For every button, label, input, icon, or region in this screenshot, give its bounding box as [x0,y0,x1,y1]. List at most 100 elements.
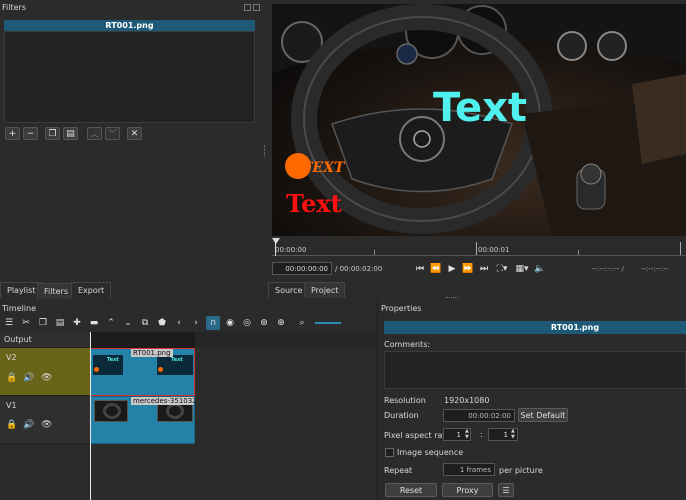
copy-button[interactable]: ❐ [36,316,50,330]
ripple-markers-button[interactable]: ⊕ [274,316,288,330]
track-header-v2[interactable]: V2 🔒 🔊 👁 [0,348,90,396]
tab-project[interactable]: Project [304,282,346,298]
close-icon[interactable] [253,4,260,11]
thumb-wheel [166,403,184,419]
in-point-label: --:--:--:-- / [592,265,624,273]
move-down-button[interactable]: ﹀ [105,127,120,140]
play-icon: ▶ [448,264,456,274]
repeat-label: Repeat [384,466,413,475]
filters-panel-title: Filters [2,3,26,12]
next-marker-button[interactable]: › [189,316,203,330]
remove-filter-button[interactable]: − [23,127,38,140]
image-sequence-checkbox[interactable] [385,448,394,457]
mute-icon[interactable]: 🔊 [23,420,34,430]
zoom-button[interactable]: ⛶▾ [493,262,511,276]
reset-button[interactable]: Reset [385,483,437,497]
output-track-bar [90,332,195,348]
paste-icon: ▤ [55,318,65,328]
snap-button[interactable]: ∩ [206,316,220,330]
tab-filters[interactable]: Filters [37,283,75,299]
prev-marker-button[interactable]: ‹ [172,316,186,330]
skip-to-start-button[interactable]: ⏮ [413,262,427,276]
rewind-button[interactable]: ⏪ [429,262,443,276]
skip-end-icon: ⏭ [479,264,489,274]
zoom-slider[interactable] [315,322,341,324]
copy-icon: ❐ [38,318,48,328]
plus-icon: ✚ [73,318,81,328]
ripple-button[interactable]: ◎ [240,316,254,330]
proxy-button[interactable]: Proxy [442,483,493,497]
float-icon[interactable] [244,4,251,11]
tab-playlist-label: Playlist [7,286,36,295]
par-denominator-spin-icon[interactable]: ▲ ▼ [511,428,515,440]
timeline-playhead[interactable] [90,332,91,500]
deselect-filter-button[interactable]: ✕ [127,127,142,140]
comments-field[interactable] [384,351,686,389]
paste-button[interactable]: ▤ [53,316,67,330]
ripple-delete-button[interactable]: ▬ [87,316,101,330]
cut-button[interactable]: ✂ [19,316,33,330]
properties-menu-button[interactable]: ☰ [498,483,514,497]
scrub-button[interactable]: ◉ [223,316,237,330]
clip-mercedes[interactable]: mercedes-3510327 [90,396,195,444]
clip-rt001[interactable]: Text Text RT001.png [90,348,195,396]
close-x-icon: ✕ [130,128,139,139]
tab-project-label: Project [311,286,339,295]
fast-forward-icon: ⏩ [462,264,474,274]
repeat-field[interactable]: 1 frames [443,463,495,476]
output-track-header: Output [0,332,90,348]
ripple-all-button[interactable]: ⊛ [257,316,271,330]
play-button[interactable]: ▶ [445,262,459,276]
duration-field[interactable]: 00:00:02:00 [443,409,515,422]
playhead-line [275,242,276,256]
grid-icon: ▦▾ [515,264,529,274]
fast-forward-button[interactable]: ⏩ [461,262,475,276]
eye-icon: ◉ [226,318,234,328]
zoom-out-button[interactable]: ⌕ [295,316,309,330]
horizontal-splitter-handle[interactable] [446,297,458,299]
magnet-icon: ∩ [209,318,217,328]
filters-list[interactable] [4,31,255,123]
per-picture-label: per picture [499,466,543,475]
properties-divider[interactable] [377,300,378,500]
visibility-eye-icon[interactable]: 👁 [41,420,52,430]
lock-icon[interactable]: 🔒 [6,373,17,383]
paste-filter-button[interactable]: ▤ [63,127,78,140]
grid-button[interactable]: ▦▾ [513,262,531,276]
tab-filters-label: Filters [44,287,68,296]
position-timecode[interactable]: 00:00:00:00 [272,262,332,275]
split-button[interactable]: ⧉ [138,316,152,330]
player-ruler[interactable]: 00:00:00 00:00:01 [272,238,686,256]
playhead-marker[interactable] [272,238,280,244]
skip-to-end-button[interactable]: ⏭ [477,262,491,276]
set-default-button[interactable]: Set Default [518,408,568,422]
timeline-track-area[interactable]: Text Text RT001.png mercedes-3510327 [90,332,376,500]
copy-filter-button[interactable]: ❐ [45,127,60,140]
filters-dock-buttons[interactable] [244,4,260,11]
filters-clip-name: RT001.png [105,21,154,30]
move-up-button[interactable]: ︿ [87,127,102,140]
splitter-handle[interactable] [264,145,266,157]
video-preview[interactable]: Text TEXT Text [272,4,686,236]
volume-icon: 🔈 [534,264,546,274]
overwrite-button[interactable]: ⌄ [121,316,135,330]
lock-icon[interactable]: 🔒 [6,420,17,430]
par-numerator-spin-icon[interactable]: ▲ ▼ [465,428,469,440]
volume-button[interactable]: 🔈 [533,262,547,276]
track-header-v1[interactable]: V1 🔒 🔊 👁 [0,396,90,444]
mute-icon[interactable]: 🔊 [23,373,34,383]
tab-source-label: Source [275,286,303,295]
add-filter-button[interactable]: + [5,127,20,140]
image-sequence-label: Image sequence [397,448,464,457]
lift-button[interactable]: ⌃ [104,316,118,330]
marker-button[interactable]: ⬟ [155,316,169,330]
par-numerator-value: 1 [456,430,461,439]
duration-label: / 00:00:02:00 [335,265,383,273]
overlay-text-red: Text [286,189,342,218]
timeline-menu-button[interactable]: ☰ [2,316,16,330]
chevron-up-icon: ︿ [89,130,99,140]
append-button[interactable]: ✚ [70,316,84,330]
tab-export[interactable]: Export [71,282,112,298]
visibility-eye-icon[interactable]: 👁 [41,373,52,383]
chevron-down-icon: ﹀ [107,130,117,140]
